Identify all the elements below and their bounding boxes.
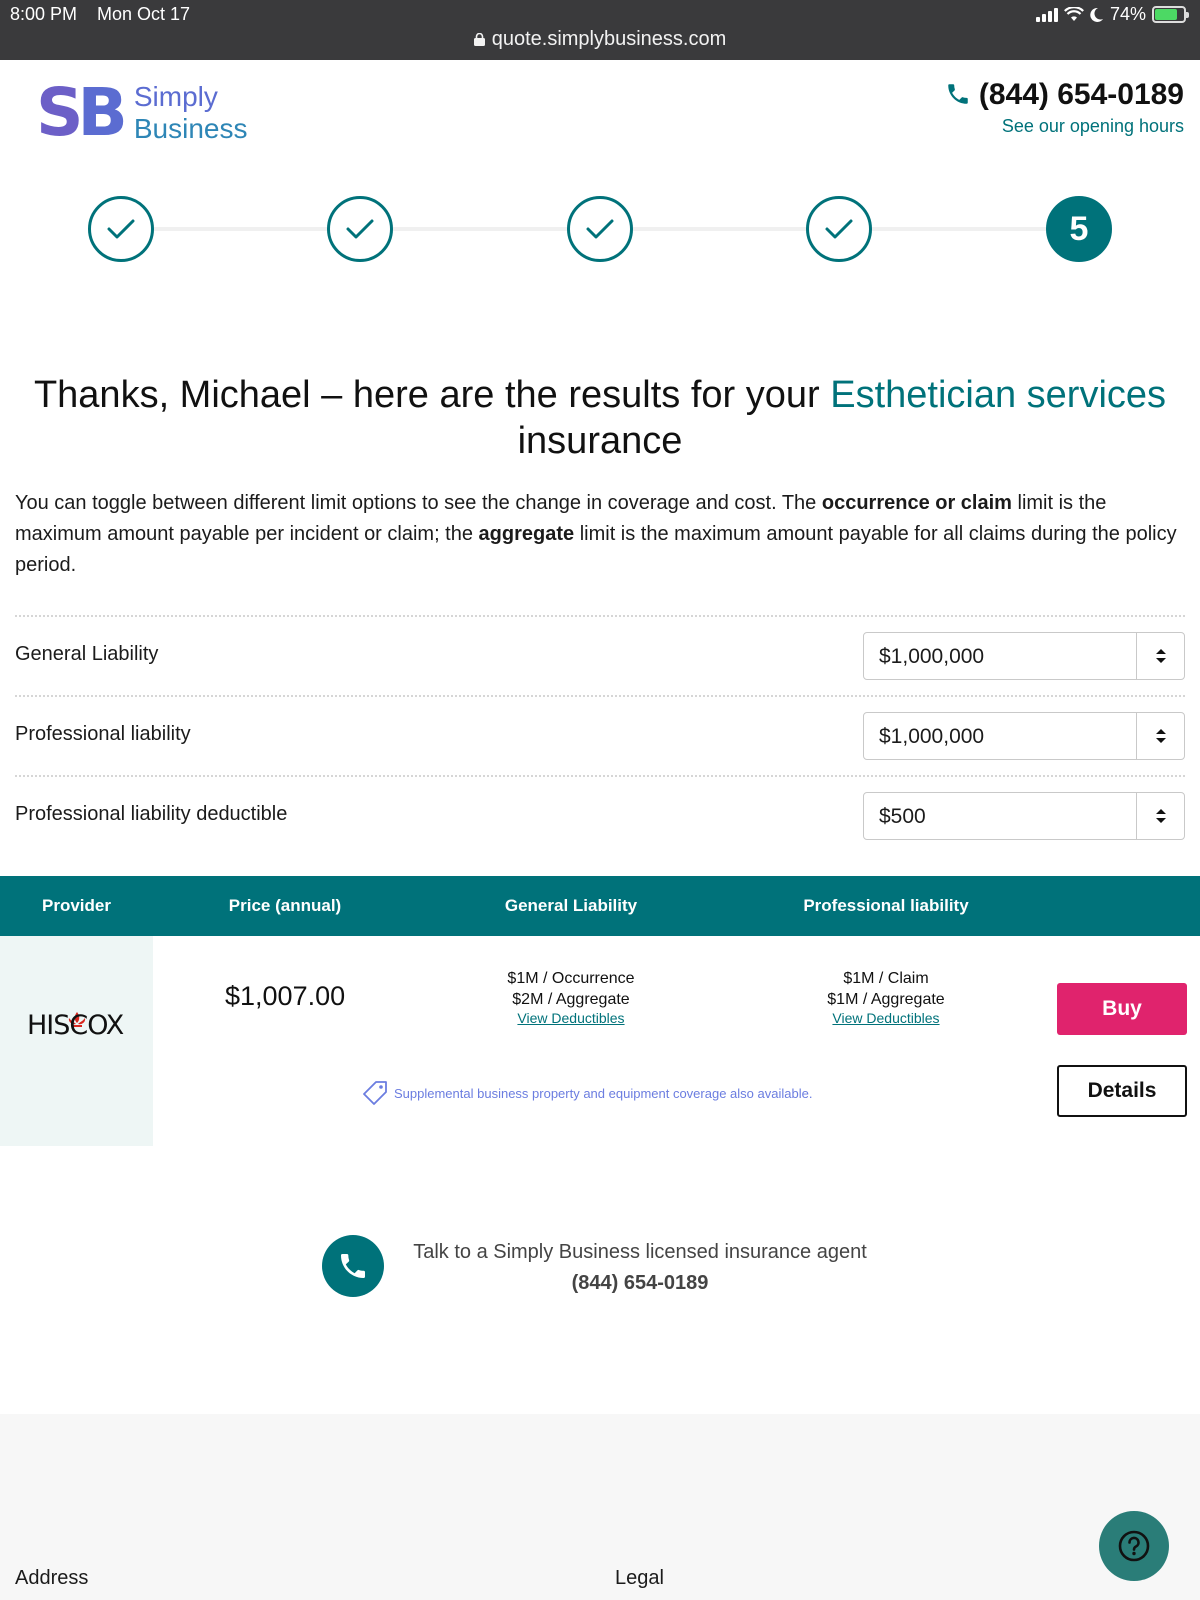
agent-text: Talk to a Simply Business licensed insur…	[413, 1241, 867, 1263]
limit-label: Professional liability	[15, 723, 191, 745]
intro-bold-1: occurrence or claim	[821, 492, 1012, 514]
signal-icon	[1035, 7, 1058, 22]
limit-label: Professional liability deductible	[15, 803, 288, 825]
step-3-complete	[567, 196, 633, 262]
professional-liability-coverage: $1M / Claim $1M / Aggregate View Deducti…	[766, 968, 1006, 1026]
step-1-complete	[88, 196, 154, 262]
supplemental-text: Supplemental business property and equip…	[394, 1085, 813, 1101]
title-highlight: Esthetician services	[830, 374, 1167, 416]
limit-row-general-liability: General Liability $1,000,000	[15, 615, 1185, 695]
gl-occurrence: $1M / Occurrence	[507, 970, 635, 987]
wifi-icon	[1063, 7, 1084, 21]
limit-row-professional-liability: Professional liability $1,000,000	[15, 695, 1185, 775]
agent-phone-icon[interactable]	[322, 1235, 384, 1297]
status-date: Mon Oct 17	[97, 4, 191, 24]
logo-mark: SB	[36, 74, 128, 151]
annual-price: $1,007.00	[225, 981, 346, 1011]
agent-contact: Talk to a Simply Business licensed insur…	[400, 1237, 880, 1299]
step-5-current: 5	[1046, 196, 1112, 262]
pl-claim: $1M / Claim	[843, 970, 929, 987]
intro-text: You can toggle between different limit o…	[15, 488, 1185, 581]
select-value: $1,000,000	[879, 725, 985, 748]
header-phone-number: (844) 654-0189	[978, 78, 1184, 111]
brand-logo[interactable]: SB Simply Business	[36, 80, 247, 146]
status-icons: 74%	[1035, 4, 1189, 25]
limit-row-deductible: Professional liability deductible $500	[15, 775, 1185, 855]
opening-hours-link[interactable]: See our opening hours	[945, 116, 1184, 137]
intro-bold-2: aggregate	[478, 523, 575, 545]
logo-word-2: Business	[133, 113, 248, 144]
professional-liability-select[interactable]: $1,000,000	[863, 712, 1185, 760]
url-text: quote.simplybusiness.com	[491, 28, 727, 50]
select-value: $500	[879, 805, 926, 828]
pl-view-deductibles-link[interactable]: View Deductibles	[766, 1010, 1006, 1026]
header-contact: (844) 654-0189 See our opening hours	[945, 78, 1184, 137]
general-liability-select[interactable]: $1,000,000	[863, 632, 1185, 680]
provider-name: HISCOX	[27, 1010, 124, 1041]
check-icon	[825, 219, 853, 239]
limit-label: General Liability	[15, 643, 159, 665]
gl-view-deductibles-link[interactable]: View Deductibles	[451, 1010, 691, 1026]
footer-address-heading: Address	[15, 1567, 89, 1589]
gl-aggregate: $2M / Aggregate	[512, 991, 630, 1008]
buy-button[interactable]: Buy	[1057, 983, 1187, 1035]
details-button[interactable]: Details	[1057, 1065, 1187, 1117]
results-table-header: Provider Price (annual) General Liabilit…	[0, 876, 1200, 936]
lock-icon	[473, 33, 485, 46]
col-professional-liability: Professional liability	[803, 896, 969, 915]
step-4-complete	[806, 196, 872, 262]
tag-icon	[363, 1081, 387, 1105]
step-2-complete	[327, 196, 393, 262]
intro-part-1: You can toggle between different limit o…	[15, 492, 822, 514]
battery-percent: 74%	[1109, 4, 1146, 24]
check-icon	[346, 219, 374, 239]
supplemental-note: Supplemental business property and equip…	[362, 1080, 812, 1106]
title-suffix: insurance	[517, 420, 683, 462]
up-down-arrow-icon	[1136, 633, 1184, 679]
up-down-arrow-icon	[1136, 713, 1184, 759]
battery-icon	[1152, 6, 1189, 23]
deductible-select[interactable]: $500	[863, 792, 1185, 840]
agent-phone-number[interactable]: (844) 654-0189	[400, 1268, 880, 1299]
status-bar: 8:00 PM Mon Oct 17 quote.simplybusiness.…	[0, 0, 1200, 60]
check-icon	[586, 219, 614, 239]
page-title: Thanks, Michael – here are the results f…	[0, 372, 1200, 464]
select-value: $1,000,000	[879, 645, 985, 668]
title-prefix: Thanks, Michael – here are the results f…	[33, 374, 831, 416]
footer: Address Legal	[0, 1414, 1200, 1600]
pl-aggregate: $1M / Aggregate	[827, 991, 945, 1008]
check-icon	[107, 219, 135, 239]
provider-logo-cell	[0, 936, 153, 1146]
logo-wordmark: Simply Business	[134, 81, 248, 145]
help-button[interactable]	[1099, 1511, 1169, 1581]
footer-legal-heading: Legal	[615, 1567, 664, 1589]
col-provider: Provider	[42, 896, 111, 915]
col-general-liability: General Liability	[504, 896, 638, 915]
question-icon	[1118, 1530, 1150, 1562]
progress-stepper: 5	[88, 196, 1112, 262]
phone-icon	[948, 84, 968, 104]
moon-icon	[1090, 7, 1103, 22]
col-price: Price (annual)	[228, 896, 342, 915]
status-time: 8:00 PM	[10, 4, 78, 24]
logo-word-1: Simply	[133, 80, 218, 112]
header-phone[interactable]: (844) 654-0189	[945, 78, 1184, 112]
up-down-arrow-icon	[1136, 793, 1184, 839]
url-bar[interactable]: quote.simplybusiness.com	[0, 28, 1200, 51]
general-liability-coverage: $1M / Occurrence $2M / Aggregate View De…	[451, 968, 691, 1026]
